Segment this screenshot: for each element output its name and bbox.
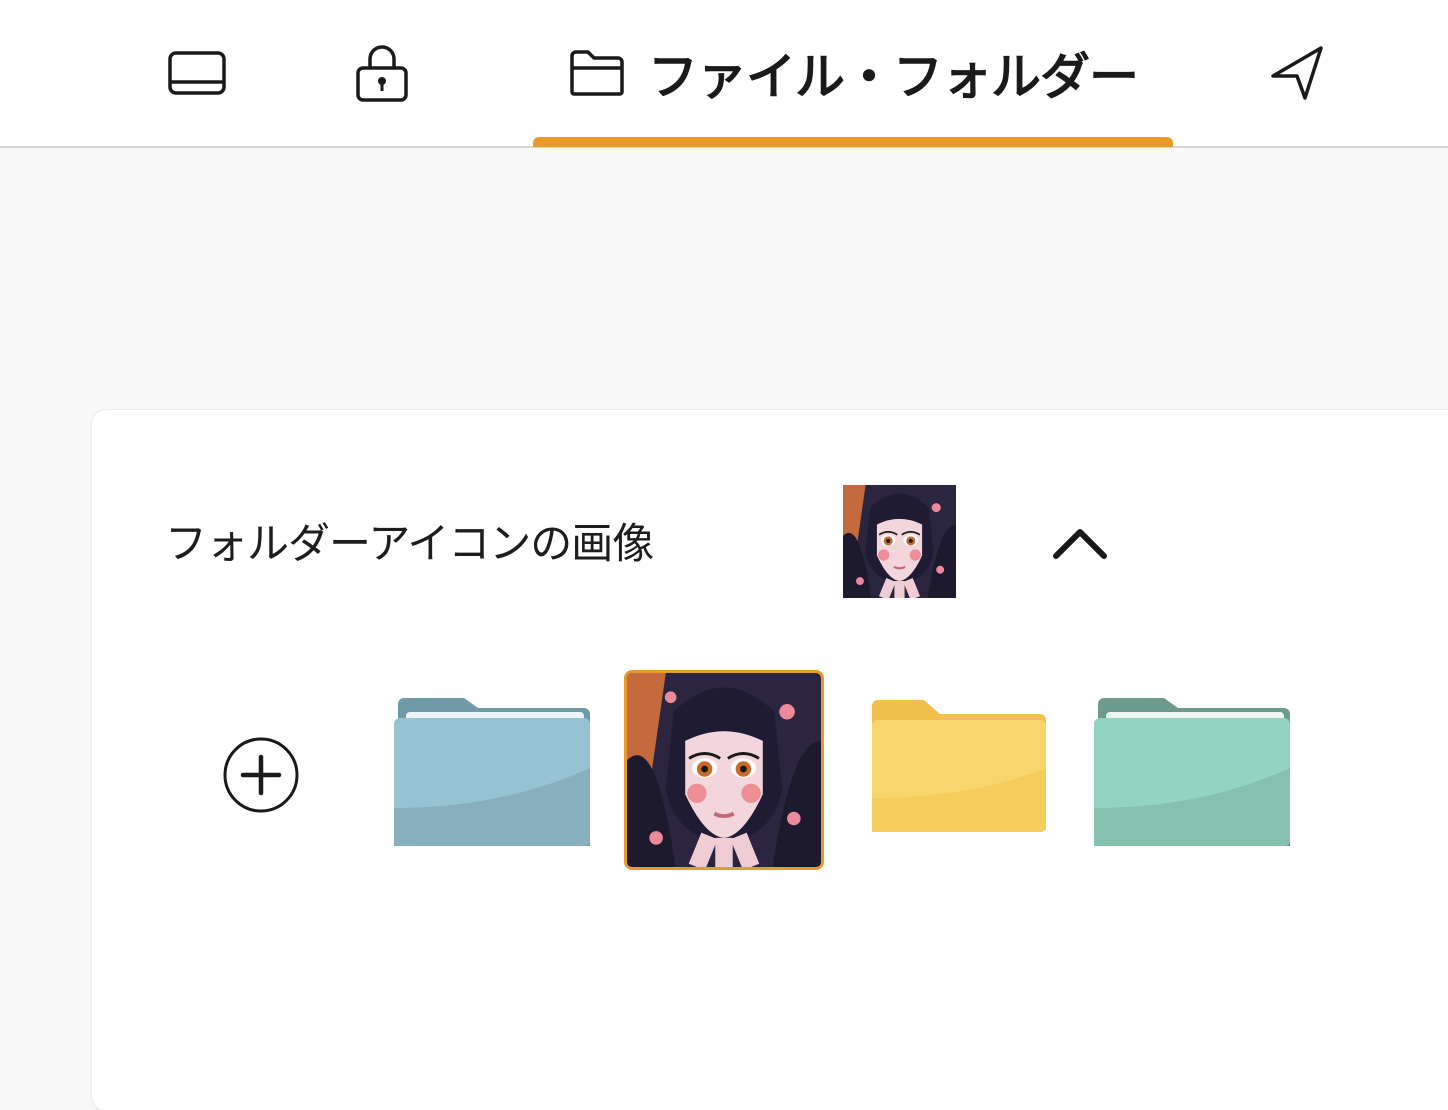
add-custom-icon-button[interactable] xyxy=(214,728,308,822)
yellow-folder-icon xyxy=(872,700,1046,832)
tab-bar: ファイル・フォルダー xyxy=(0,0,1448,148)
laptop-icon xyxy=(168,51,226,95)
teal-folder-icon xyxy=(1094,698,1290,846)
chevron-up-icon xyxy=(1053,529,1107,559)
tab-send[interactable] xyxy=(1250,0,1344,146)
current-folder-icon-preview xyxy=(843,485,956,598)
portrait-image xyxy=(627,673,821,867)
folder-option-custom-portrait[interactable] xyxy=(624,670,824,870)
send-icon xyxy=(1271,46,1323,100)
folder-icon xyxy=(570,50,624,96)
folder-option-teal[interactable] xyxy=(1092,698,1292,846)
plus-circle-icon xyxy=(223,737,299,813)
tab-lock[interactable] xyxy=(334,0,430,146)
folder-icon-image-title: フォルダーアイコンの画像 xyxy=(165,519,654,568)
folder-option-yellow[interactable] xyxy=(870,698,1048,838)
lock-icon xyxy=(356,45,408,102)
tab-device[interactable] xyxy=(150,0,244,146)
selected-tab-indicator xyxy=(533,137,1173,147)
tab-files[interactable]: ファイル・フォルダー xyxy=(533,0,1173,146)
folder-icon-settings-card: フォルダーアイコンの画像 xyxy=(92,410,1448,1110)
collapse-button[interactable] xyxy=(1040,508,1120,578)
blue-folder-icon xyxy=(394,698,590,846)
tab-files-label: ファイル・フォルダー xyxy=(648,48,1139,106)
folder-option-blue[interactable] xyxy=(392,698,592,846)
portrait-preview-image xyxy=(843,485,956,598)
